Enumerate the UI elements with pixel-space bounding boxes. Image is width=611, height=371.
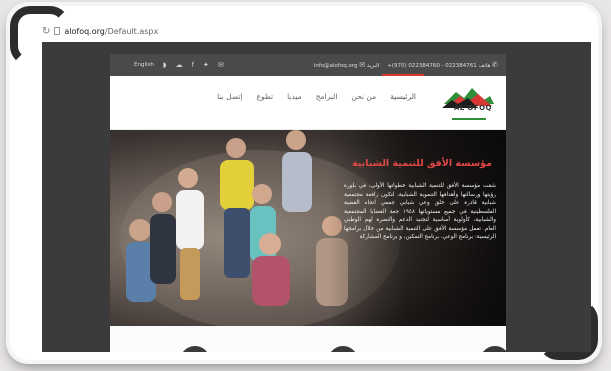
address-bar[interactable]: ↻ alofoq.org/Default.aspx xyxy=(42,24,158,38)
email-contact: info@alofoq.org ✉ البريد xyxy=(314,61,379,69)
email-icon[interactable]: ✉ xyxy=(218,61,224,69)
email-label: البريد xyxy=(366,63,380,69)
phone-numbers: +(970) 022384760 - 022384761 xyxy=(387,63,477,69)
facebook-icon[interactable]: f xyxy=(192,61,194,69)
url-host: alofoq.org xyxy=(64,26,105,36)
hero-description: شقت مؤسسة الأفق للتنمية الشبابية خطواتها… xyxy=(344,183,496,240)
hero-title: مؤسسة الأفق للتنمية الشبابية xyxy=(352,158,492,169)
alofoq-logo[interactable] xyxy=(438,82,496,124)
logo-text: AL'OFOQ xyxy=(453,104,492,112)
top-bar: English ◗ ☁ f ✦ ✉ info@alofoq.org ✉ البر… xyxy=(110,54,506,76)
service-icon-circle[interactable] xyxy=(480,346,506,352)
page-icon xyxy=(54,27,61,35)
nav-item-home[interactable]: الرئيسية xyxy=(382,74,424,101)
service-icon-circle[interactable] xyxy=(328,346,358,352)
service-icon-circle[interactable] xyxy=(180,346,210,352)
rss-icon[interactable]: ◗ xyxy=(163,61,167,69)
phone-contact: +(970) 022384760 - 022384761 هاتف ✆ xyxy=(387,61,498,69)
envelope-icon: ✉ xyxy=(359,61,366,69)
twitter-icon[interactable]: ✦ xyxy=(203,61,209,69)
browser-viewport: English ◗ ☁ f ✦ ✉ info@alofoq.org ✉ البر… xyxy=(42,42,591,352)
email-address[interactable]: info@alofoq.org xyxy=(314,63,358,69)
nav-item-contact[interactable]: إتصل بنا xyxy=(217,92,242,101)
nav-item-volunteer[interactable]: تطوع xyxy=(257,92,274,101)
nav-item-about[interactable]: من نحن xyxy=(351,92,376,101)
phone-icon: ✆ xyxy=(492,61,498,69)
nav-item-media[interactable]: ميديا xyxy=(287,92,302,101)
reload-icon[interactable]: ↻ xyxy=(42,26,50,37)
main-nav: الرئيسية من نحن البرامج ميديا تطوع إتصل … xyxy=(126,74,424,101)
screenshot-frame: ↻ alofoq.org/Default.aspx English ◗ ☁ f … xyxy=(10,6,598,360)
url-path: /Default.aspx xyxy=(104,26,159,36)
english-link[interactable]: English xyxy=(134,62,154,68)
services-section xyxy=(110,326,506,352)
website: English ◗ ☁ f ✦ ✉ info@alofoq.org ✉ البر… xyxy=(110,54,506,352)
phone-label: هاتف xyxy=(478,63,491,69)
hero-banner: مؤسسة الأفق للتنمية الشبابية شقت مؤسسة ا… xyxy=(110,130,506,326)
site-header: AL'OFOQ الرئيسية من نحن البرامج ميديا تط… xyxy=(110,74,506,130)
nav-item-programs[interactable]: البرامج xyxy=(316,92,338,101)
soundcloud-icon[interactable]: ☁ xyxy=(176,61,183,69)
